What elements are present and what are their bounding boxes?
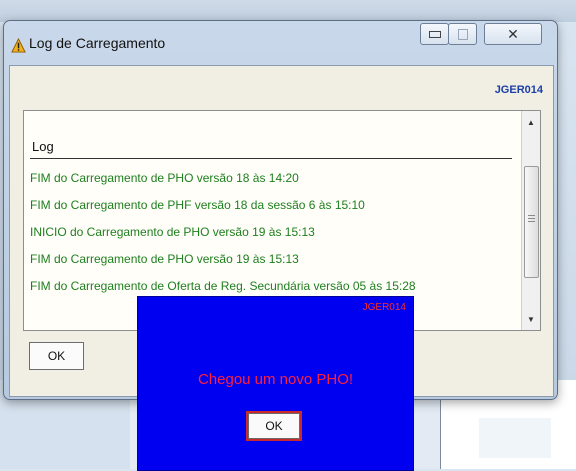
log-line: FIM do Carregamento de PHF versão 18 da … [30,198,365,212]
close-icon: ✕ [507,25,519,42]
close-button[interactable]: ✕ [484,23,542,45]
scroll-up-icon[interactable]: ▲ [522,114,540,130]
log-header-divider [30,158,512,159]
log-scrollbar[interactable]: ▲ ▼ [521,111,540,330]
maximize-icon [457,28,468,40]
warning-icon [11,38,26,53]
scroll-grip-icon [528,215,535,224]
popup-ok-button[interactable]: OK [246,411,302,441]
log-line: INICIO do Carregamento de PHO versão 19 … [30,225,315,239]
log-lines: FIM do Carregamento de PHO versão 18 às … [30,165,512,300]
window-title: Log de Carregamento [29,35,166,51]
background-window-bar [0,0,576,22]
ok-button[interactable]: OK [29,342,84,370]
scroll-down-icon[interactable]: ▼ [522,311,540,327]
title-bar[interactable]: Log de Carregamento ✕ [4,21,557,65]
scroll-thumb[interactable] [524,166,539,278]
popup-message: Chegou um novo PHO! [197,371,354,388]
log-line: FIM do Carregamento de PHO versão 19 às … [30,252,299,266]
background-tile [479,418,551,458]
log-line: FIM do Carregamento de PHO versão 18 às … [30,171,299,185]
alert-popup: JGER014 Chegou um novo PHO! OK [137,296,414,471]
form-code: JGER014 [494,84,543,96]
minimize-button[interactable] [420,23,449,45]
log-header: Log [32,139,54,154]
maximize-button[interactable] [448,23,477,45]
popup-code: JGER014 [362,302,406,313]
minimize-icon [428,30,441,38]
